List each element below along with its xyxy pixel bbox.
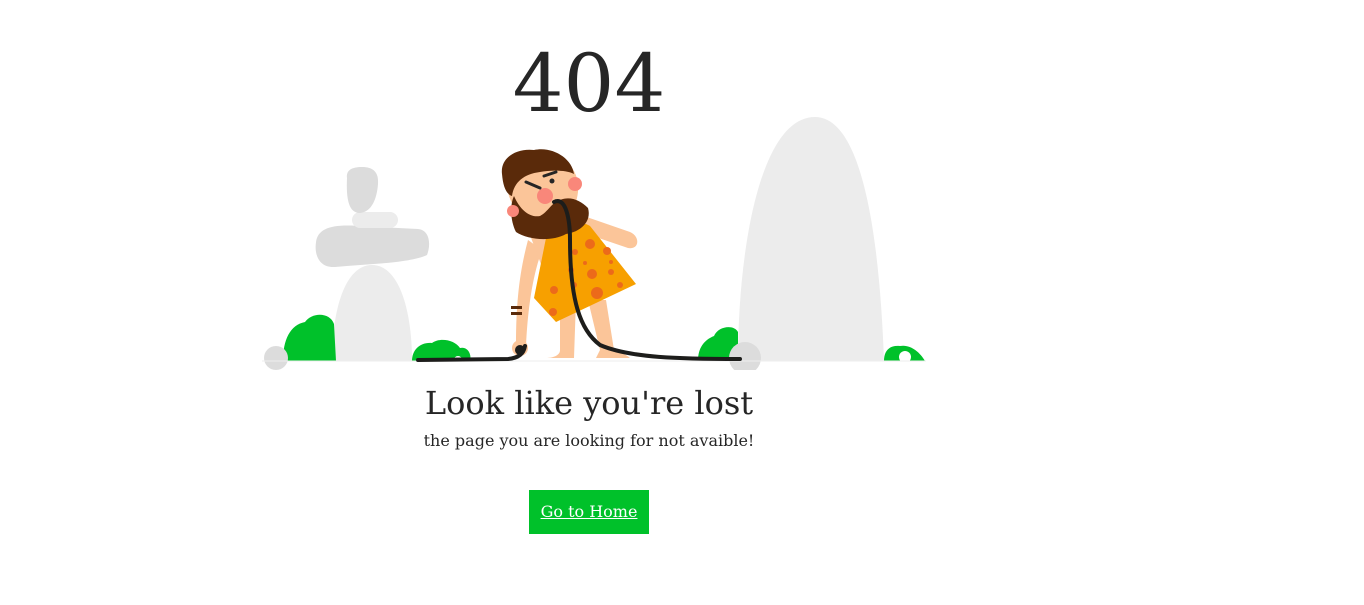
headline: Look like you're lost <box>424 384 754 422</box>
tall-rock <box>738 117 884 361</box>
go-home-button[interactable]: Go to Home <box>529 490 649 534</box>
caveman-illustration <box>262 117 926 370</box>
error-page: 404 Look like you're lost the page you a… <box>0 0 1364 605</box>
error-message: the page you are looking for not avaible… <box>423 431 755 450</box>
